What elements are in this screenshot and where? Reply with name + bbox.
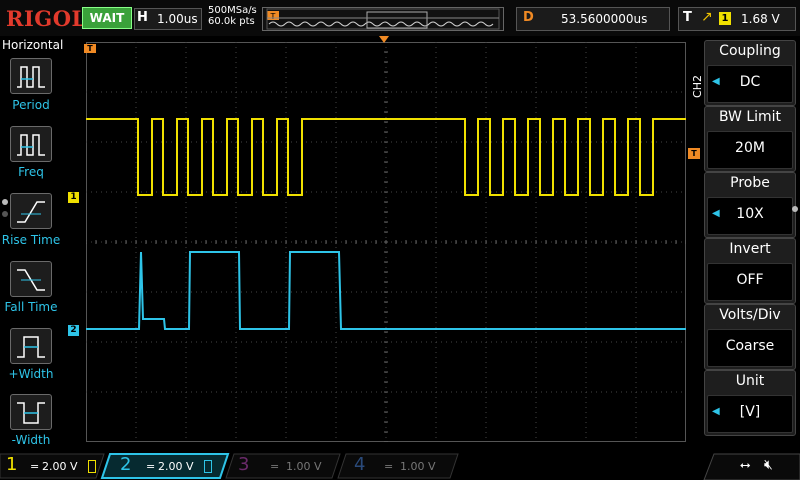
run-state-badge[interactable]: WAIT <box>82 7 132 29</box>
channel-status-bar: 1 = 2.00 V 2 = 2.00 V 3 = 1.00 V 4 = 1.0… <box>0 452 800 480</box>
rise-time-button[interactable] <box>10 193 52 229</box>
memory-overview: T <box>262 7 504 31</box>
trigger-level-marker[interactable]: T <box>688 148 700 159</box>
pos-width-icon <box>17 336 45 358</box>
pos-width-label: +Width <box>8 367 54 381</box>
coupling-menu[interactable]: Coupling ◀ DC <box>704 40 796 106</box>
period-button[interactable] <box>10 58 52 94</box>
unit-value: [V] <box>739 404 761 420</box>
top-status-bar: RIGOL WAIT H 1.00us 500MSa/s 60.0k pts T… <box>0 0 800 36</box>
period-label: Period <box>12 98 50 112</box>
ch1-number[interactable]: 1 <box>6 454 17 475</box>
menu-title: Horizontal <box>2 38 64 52</box>
coupling-value-box[interactable]: ◀ DC <box>707 65 793 103</box>
bw-limit-menu[interactable]: BW Limit 20M <box>704 106 796 172</box>
unit-menu[interactable]: Unit ◀ [V] <box>704 370 796 436</box>
ch2-ground-marker[interactable]: 2 <box>68 325 79 336</box>
neg-width-button[interactable] <box>10 394 52 430</box>
coupling-value: DC <box>739 74 761 90</box>
ch4-number[interactable]: 4 <box>354 454 365 475</box>
probe-value: 10X <box>736 206 764 222</box>
ch2-number[interactable]: 2 <box>120 454 131 475</box>
trigger-level: 1.68 V <box>741 12 780 26</box>
ch3-scale[interactable]: 1.00 V <box>286 460 322 473</box>
trigger-source: 1 <box>719 12 731 25</box>
trigger-key: T <box>683 10 692 25</box>
trigger-position-marker[interactable]: T <box>84 44 96 53</box>
ch3-coupling: = <box>270 460 280 473</box>
usb-icon: ⭤ <box>740 458 751 473</box>
rise-time-label: Rise Time <box>1 233 61 247</box>
invert-value-box[interactable]: OFF <box>707 263 793 301</box>
ch3-number[interactable]: 3 <box>238 454 249 475</box>
horizontal-measure-menu: Horizontal Period Freq Rise Time Fall Ti… <box>0 36 64 452</box>
fall-time-label: Fall Time <box>4 300 58 314</box>
rise-time-icon <box>17 201 45 223</box>
menu-page-dot-icon <box>2 211 8 217</box>
waveform-graticule <box>85 41 687 443</box>
delay-key: D <box>523 10 534 25</box>
ch1-bw-icon <box>88 460 96 473</box>
memory-overview-waveform: T <box>266 8 500 30</box>
freq-icon <box>17 134 45 156</box>
delay-box[interactable]: D 53.5600000us <box>516 7 670 31</box>
trigger-box[interactable]: T ↗ 1 1.68 V <box>678 7 796 31</box>
volts-div-menu[interactable]: Volts/Div Coarse <box>704 304 796 370</box>
trigger-center-icon <box>379 36 389 43</box>
delay-value: 53.5600000us <box>561 12 648 26</box>
fall-time-button[interactable] <box>10 261 52 297</box>
fall-time-icon <box>17 269 45 291</box>
waveform-display[interactable] <box>85 41 687 443</box>
probe-menu[interactable]: Probe ◀ 10X <box>704 172 796 238</box>
probe-value-box[interactable]: ◀ 10X <box>707 197 793 235</box>
bw-limit-title: BW Limit <box>718 109 782 125</box>
pos-width-button[interactable] <box>10 328 52 364</box>
channel-tag: CH2 <box>690 75 704 98</box>
channel-tabs-background <box>0 453 459 479</box>
ch2-scale[interactable]: 2.00 V <box>158 460 194 473</box>
invert-value: OFF <box>736 272 764 288</box>
menu-page-dot-icon <box>792 206 798 212</box>
timebase-value: 1.00us <box>157 12 198 26</box>
coupling-title: Coupling <box>719 43 781 59</box>
acquisition-info: 500MSa/s 60.0k pts <box>208 5 257 27</box>
rising-edge-icon: ↗ <box>701 9 713 25</box>
probe-title: Probe <box>730 175 770 191</box>
bw-limit-value-box[interactable]: 20M <box>707 131 793 169</box>
memory-trigger-marker: T <box>270 12 276 21</box>
bw-limit-value: 20M <box>735 140 765 156</box>
freq-label: Freq <box>18 165 44 179</box>
volts-div-value-box[interactable]: Coarse <box>707 329 793 367</box>
ch2-bw-icon <box>204 460 212 473</box>
freq-button[interactable] <box>10 126 52 162</box>
memory-depth: 60.0k pts <box>208 16 255 27</box>
ch1-ground-marker[interactable]: 1 <box>68 192 79 203</box>
rigol-logo: RIGOL <box>6 6 87 31</box>
neg-width-icon <box>17 402 45 424</box>
ch1-coupling: = <box>30 460 40 473</box>
sample-rate: 500MSa/s <box>208 5 257 16</box>
volts-div-value: Coarse <box>725 338 775 354</box>
ch4-scale[interactable]: 1.00 V <box>400 460 436 473</box>
speaker-muted-icon[interactable]: 🔇︎ <box>764 457 773 473</box>
invert-title: Invert <box>729 241 771 257</box>
neg-width-label: -Width <box>11 433 51 447</box>
unit-title: Unit <box>735 373 765 389</box>
unit-value-box[interactable]: ◀ [V] <box>707 395 793 433</box>
ch2-coupling: = <box>146 460 156 473</box>
invert-menu[interactable]: Invert OFF <box>704 238 796 304</box>
ch1-scale[interactable]: 2.00 V <box>42 460 78 473</box>
volts-div-title: Volts/Div <box>719 307 781 323</box>
menu-page-dot-icon <box>2 199 8 205</box>
ch4-coupling: = <box>384 460 394 473</box>
graticule-grid <box>85 41 687 443</box>
timebase-box[interactable]: H 1.00us <box>134 8 202 30</box>
timebase-key: H <box>137 10 148 25</box>
period-icon <box>17 66 45 88</box>
